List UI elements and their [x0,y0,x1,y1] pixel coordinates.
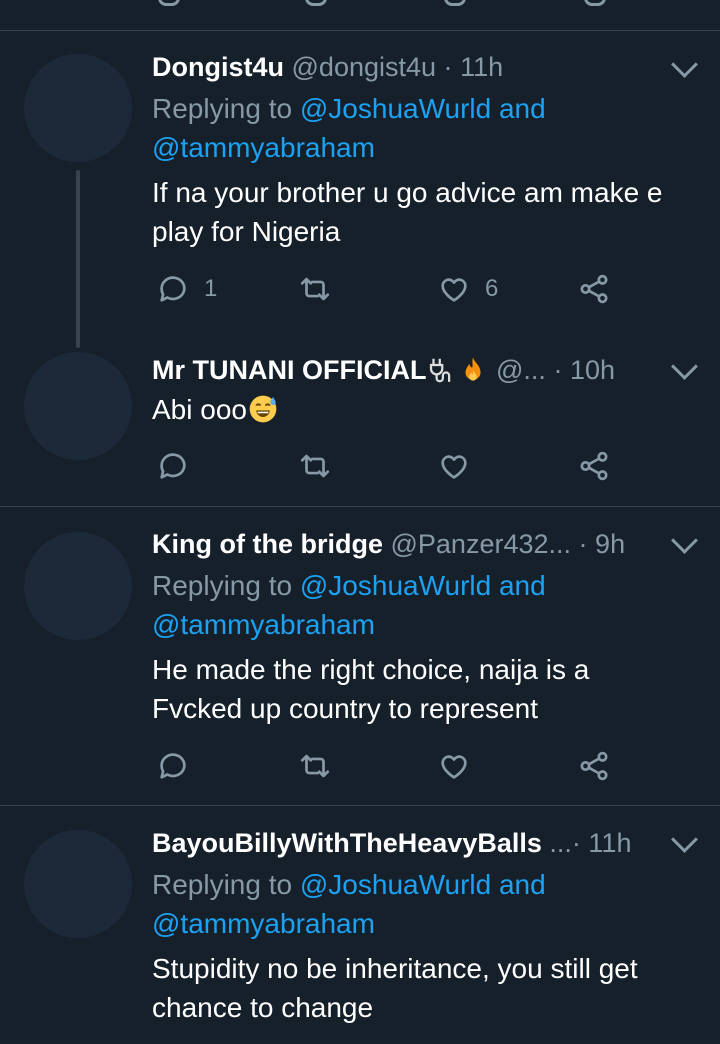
divider [0,506,720,507]
replying-to: Replying to @JoshuaWurld and @tammyabrah… [152,89,692,167]
speech-bubble-icon [160,453,186,479]
tweet-text-line: Fvcked up country to represent [152,693,538,724]
timestamp[interactable]: 11h [460,52,503,82]
reply-button[interactable] [156,446,204,486]
speech-bubble-icon [160,753,186,779]
action-bar [152,746,632,786]
tweet-text: Abi ooo [152,390,702,429]
reply-button[interactable] [156,746,204,786]
heart-icon [441,278,467,302]
mention-link[interactable]: @tammyabraham [152,132,375,163]
avatar[interactable] [24,532,132,640]
reply-count: 1 [204,275,218,302]
heart-icon [441,755,467,779]
retweet-button[interactable] [298,746,346,786]
tweet-text: If na your brother u go advice am make e… [152,173,702,251]
avatar[interactable] [24,54,132,162]
previous-tweet-actions [0,0,720,31]
share-button[interactable] [577,446,611,486]
mention-link[interactable]: @tammyabraham [152,609,375,640]
speech-bubble-icon [160,276,186,302]
avatar[interactable] [24,830,132,938]
share-icon [580,751,608,781]
share-button[interactable] [577,269,611,309]
user-handle[interactable]: @dongist4u [292,52,437,82]
replying-to: Replying to @JoshuaWurld and @tammyabrah… [152,865,692,943]
mention-link[interactable]: @JoshuaWurld and [300,93,546,124]
mention-link[interactable]: @JoshuaWurld and [300,869,546,900]
user-handle[interactable]: ... [549,828,572,858]
retweet-button[interactable] [298,446,346,486]
retweet-icon [300,754,330,778]
user-handle[interactable]: @Panzer432... [391,529,572,559]
tweet-header: BayouBillyWithTheHeavyBalls ...· 11h [152,825,700,861]
separator: · [443,52,453,82]
display-name[interactable]: BayouBillyWithTheHeavyBalls [152,828,542,858]
share-icon[interactable] [584,0,606,6]
separator: · [571,828,581,858]
timestamp[interactable]: 10h [570,355,615,385]
tweet-text: Stupidity no be inheritance, you still g… [152,949,702,1027]
tweet-text-line: Stupidity no be inheritance, you still g… [152,953,638,984]
separator: · [578,529,588,559]
reply-icon[interactable] [158,0,180,6]
timestamp[interactable]: 11h [588,828,631,858]
thread-connector [76,170,80,348]
replying-prefix: Replying to [152,570,300,601]
retweet-icon[interactable] [305,0,327,6]
tweet-text-line: play for Nigeria [152,216,341,247]
share-icon [580,274,608,304]
replying-prefix: Replying to [152,869,300,900]
tweet-text-line: chance to change [152,992,374,1023]
tweet-text-line: Abi ooo [152,394,247,425]
avatar[interactable] [24,352,132,460]
tweet-text-line: If na your brother u go advice am make e [152,177,663,208]
grinning-sweat-emoji-icon [249,395,277,423]
replying-to: Replying to @JoshuaWurld and @tammyabrah… [152,566,692,644]
action-bar [152,446,632,486]
mention-link[interactable]: @tammyabraham [152,908,375,939]
share-icon [580,451,608,481]
timestamp[interactable]: 9h [595,529,625,559]
action-bar: 1 6 [152,269,632,309]
reply-button[interactable]: 1 [156,269,217,309]
retweet-button[interactable] [298,269,346,309]
replying-prefix: Replying to [152,93,300,124]
display-name[interactable]: Dongist4u [152,52,284,82]
display-name[interactable]: Mr TUNANI OFFICIAL [152,355,426,385]
retweet-icon [300,454,330,478]
fire-emoji-icon [465,357,481,381]
display-name[interactable]: King of the bridge [152,529,383,559]
separator: · [553,355,563,385]
plug-emoji-icon [430,358,451,383]
tweet-header: Dongist4u @dongist4u · 11h [152,49,700,85]
like-count: 6 [485,275,499,302]
like-button[interactable] [437,746,485,786]
retweet-icon [300,277,330,301]
user-handle[interactable]: @... [496,355,546,385]
like-button[interactable]: 6 [437,269,498,309]
tweet-text: He made the right choice, naija is a Fvc… [152,650,702,728]
tweet-text-line: He made the right choice, naija is a [152,654,590,685]
like-button[interactable] [437,446,485,486]
tweet-header: King of the bridge @Panzer432... · 9h [152,526,700,562]
heart-icon[interactable] [444,0,466,6]
share-button[interactable] [577,746,611,786]
tweet-header: Mr TUNANI OFFICIAL @... · 10h [152,352,700,388]
mention-link[interactable]: @JoshuaWurld and [300,570,546,601]
divider [0,805,720,806]
heart-icon [441,455,467,479]
